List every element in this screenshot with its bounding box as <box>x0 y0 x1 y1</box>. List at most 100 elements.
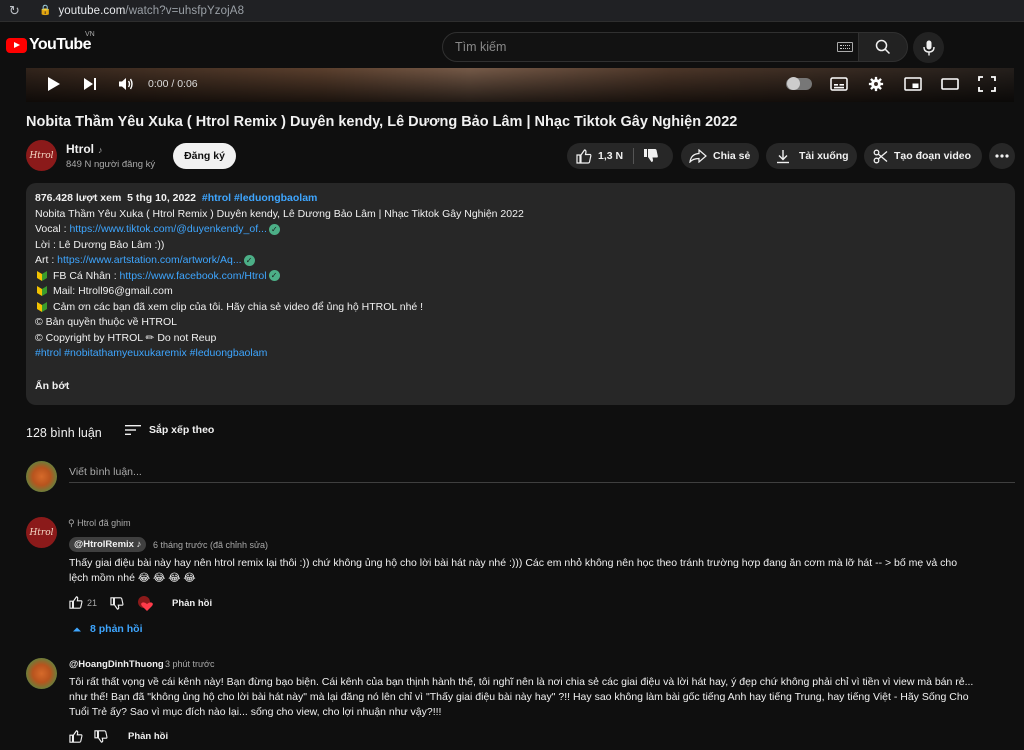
search-button[interactable] <box>858 32 908 62</box>
comment-text-line: lệch mồm nhé 😂 😂 😂 😂 <box>69 572 196 584</box>
theater-mode-icon[interactable] <box>941 76 959 92</box>
copyright-vi: © Bản quyền thuộc về HTROL <box>35 316 177 328</box>
comment-like-button[interactable] <box>69 730 83 743</box>
country-code: VN <box>85 31 95 38</box>
comment-text-line: Thấy giai điệu bài này hay nên htrol rem… <box>69 557 958 569</box>
thumbs-down-icon <box>94 730 108 743</box>
more-horizontal-icon <box>995 154 1009 158</box>
subscribe-button[interactable]: Đăng ký <box>173 143 236 169</box>
verified-check-icon: ✓ <box>268 223 280 235</box>
download-button[interactable]: Tải xuống <box>766 143 857 169</box>
browser-address-bar: ↻ 🔒 youtube.com/watch?v=uhsfpYzojA8 <box>0 0 1024 22</box>
comment-author-avatar[interactable]: Htrol <box>26 517 57 548</box>
channel-avatar[interactable]: Htrol <box>26 140 57 171</box>
logo-wordmark: YouTube <box>29 36 91 53</box>
art-link[interactable]: https://www.artstation.com/artwork/Aq... <box>57 254 241 266</box>
comment-text-line: như thế! Bạn đã "không ủng hộ cho lời bà… <box>69 691 969 703</box>
comment-time[interactable]: 6 tháng trước (đã chỉnh sửa) <box>153 540 268 550</box>
pin-icon: ⚲ <box>68 518 78 528</box>
upload-date: 5 thg 10, 2022 <box>127 192 197 204</box>
time-display: 0:00 / 0:06 <box>148 78 198 90</box>
art-label: Art : <box>35 254 58 266</box>
comment-text-line: Tuổi Trẻ ấy? Sao vì mục đích nào lại... … <box>69 706 442 718</box>
youtube-play-icon <box>6 37 27 53</box>
show-replies-button[interactable]: 8 phản hồi <box>72 623 143 635</box>
comment-input[interactable] <box>69 461 1015 483</box>
thumbs-up-icon <box>576 148 592 164</box>
reload-icon[interactable]: ↻ <box>9 3 23 18</box>
description-tags[interactable]: #htrol #leduongbaolam <box>202 192 318 204</box>
view-count: 876.428 lượt xem <box>35 192 122 204</box>
sort-icon <box>125 425 141 435</box>
keyboard-icon[interactable] <box>837 42 853 52</box>
url-field[interactable]: youtube.com/watch?v=uhsfpYzojA8 <box>58 5 244 17</box>
miniplayer-icon[interactable] <box>904 76 922 92</box>
search-box <box>442 32 866 62</box>
thumbs-down-icon <box>644 149 658 162</box>
reply-button[interactable]: Phản hồi <box>128 731 168 742</box>
mail-line: Mail: Htroll96@gmail.com <box>35 284 1006 300</box>
mail-text: Mail: Htroll96@gmail.com <box>53 285 173 297</box>
youtube-header: YouTube VN <box>0 22 1024 68</box>
video-player[interactable]: 0:00 / 0:06 <box>26 68 1014 102</box>
comment-like-count: 21 <box>87 597 98 608</box>
autoplay-toggle[interactable] <box>786 77 812 90</box>
like-count: 1,3 N <box>598 150 624 162</box>
vocal-line: Vocal : https://www.tiktok.com/@duyenken… <box>35 222 1006 238</box>
microphone-icon <box>922 40 935 55</box>
video-description: 876.428 lượt xem 5 thg 10, 2022 #htrol #… <box>26 183 1015 405</box>
pinned-label: ⚲ Htrol đã ghim <box>68 518 131 529</box>
beginner-leaf-icon <box>37 286 47 297</box>
like-button[interactable]: 1,3 N <box>567 148 633 164</box>
create-clip-button[interactable]: Tạo đoạn video <box>864 143 982 169</box>
thumbs-down-icon <box>110 597 124 610</box>
comment-author[interactable]: @HtrolRemix ♪ <box>69 537 147 552</box>
thumbs-up-icon <box>69 730 83 743</box>
copyright-en: © Copyright by HTROL ✏ Do not Reup <box>35 331 217 344</box>
dislike-button[interactable] <box>643 148 659 166</box>
play-icon[interactable] <box>44 74 64 94</box>
vocal-link[interactable]: https://www.tiktok.com/@duyenkendy_of... <box>69 223 266 235</box>
channel-name-link[interactable]: Htrol ♪ <box>66 142 103 156</box>
video-title: Nobita Thầm Yêu Xuka ( Htrol Remix ) Duy… <box>26 114 738 130</box>
comment-author[interactable]: @HoangDinhThuong <box>69 659 164 670</box>
description-hashtags[interactable]: #htrol #nobitathamyeuxukaremix #leduongb… <box>35 346 1006 362</box>
fullscreen-icon[interactable] <box>978 76 996 92</box>
show-less-button[interactable]: Ẩn bớt <box>35 379 69 395</box>
facebook-link[interactable]: https://www.facebook.com/Htrol <box>120 270 267 282</box>
download-label: Tải xuống <box>799 150 849 162</box>
next-icon[interactable] <box>80 74 100 94</box>
sort-comments-button[interactable]: Sắp xếp theo <box>125 424 214 436</box>
comment-text-line: Tôi rất thất vọng về cái kênh này! Bạn đ… <box>69 676 974 688</box>
lock-icon[interactable]: 🔒 <box>39 5 51 16</box>
reply-button[interactable]: Phản hồi <box>172 598 212 609</box>
comment-time[interactable]: 3 phút trước <box>165 659 214 669</box>
comments-count: 128 bình luận <box>26 426 102 440</box>
description-meta: 876.428 lượt xem 5 thg 10, 2022 #htrol #… <box>35 191 1006 207</box>
replies-count: 8 phản hồi <box>90 623 143 635</box>
youtube-logo[interactable]: YouTube VN <box>6 31 95 54</box>
pinned-text: Htrol đã ghim <box>77 518 131 528</box>
verified-check-icon: ✓ <box>243 254 255 266</box>
settings-gear-icon[interactable] <box>867 76 885 92</box>
share-button[interactable]: Chia sẻ <box>681 143 759 169</box>
volume-icon[interactable] <box>116 74 136 94</box>
share-label: Chia sẻ <box>713 150 751 162</box>
sort-label: Sắp xếp theo <box>149 424 215 436</box>
comment-like-button[interactable]: 21 <box>69 596 97 609</box>
voice-search-button[interactable] <box>913 32 944 63</box>
comment-author-avatar[interactable] <box>26 658 57 689</box>
more-actions-button[interactable] <box>989 143 1015 169</box>
beginner-leaf-icon <box>37 270 47 281</box>
channel-name: Htrol <box>66 142 94 156</box>
subtitles-icon[interactable] <box>830 76 848 92</box>
share-icon <box>689 149 707 163</box>
search-icon <box>875 39 891 55</box>
art-line: Art : https://www.artstation.com/artwork… <box>35 253 1006 269</box>
comment-dislike-button[interactable] <box>94 730 108 743</box>
comment-dislike-button[interactable] <box>110 597 124 610</box>
lyrics-line: Lời : Lê Dương Bảo Lâm :)) <box>35 238 165 251</box>
search-input[interactable] <box>455 40 815 54</box>
channel-avatar-text: Htrol <box>29 150 54 161</box>
comment-avatar-text: Htrol <box>29 527 54 538</box>
